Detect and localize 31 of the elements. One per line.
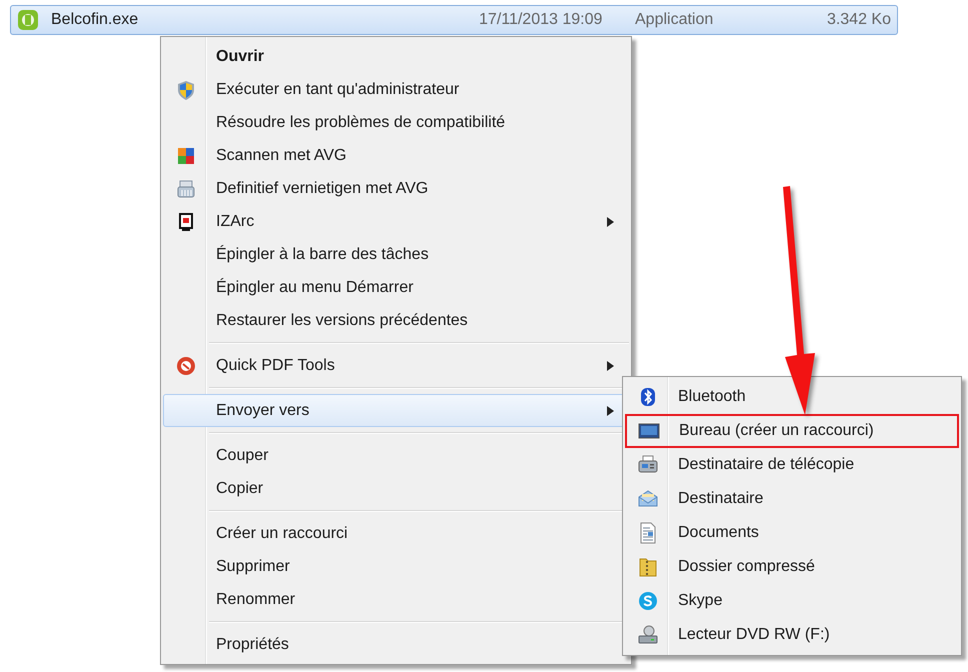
menu-item[interactable]: Lecteur DVD RW (F:) bbox=[625, 618, 959, 652]
menu-item[interactable]: Skype bbox=[625, 584, 959, 618]
skype-icon bbox=[637, 590, 659, 612]
file-row[interactable]: Belcofin.exe 17/11/2013 19:09 Application 3.342 Ko bbox=[10, 5, 898, 35]
menu-item[interactable]: Destinataire de télécopie bbox=[625, 448, 959, 482]
file-type: Application bbox=[635, 11, 714, 29]
submenu-arrow-icon bbox=[607, 406, 614, 416]
file-date: 17/11/2013 19:09 bbox=[479, 11, 604, 29]
file-name: Belcofin.exe bbox=[51, 11, 140, 29]
disc-drive-icon bbox=[637, 624, 659, 646]
menu-item[interactable]: IZArc bbox=[163, 205, 629, 238]
menu-item[interactable]: Documents bbox=[625, 516, 959, 550]
menu-item[interactable]: Bureau (créer un raccourci) bbox=[625, 414, 959, 448]
shredder-icon bbox=[175, 178, 197, 200]
menu-item[interactable]: Exécuter en tant qu'administrateur bbox=[163, 73, 629, 106]
menu-item[interactable]: Résoudre les problèmes de compatibilité bbox=[163, 106, 629, 139]
menu-item[interactable]: Quick PDF Tools bbox=[163, 349, 629, 382]
zip-folder-icon bbox=[637, 556, 659, 578]
menu-item[interactable]: Ouvrir bbox=[163, 40, 629, 73]
menu-item[interactable]: Scannen met AVG bbox=[163, 139, 629, 172]
menu-item[interactable]: Restaurer les versions précédentes bbox=[163, 304, 629, 337]
menu-item[interactable]: Dossier compressé bbox=[625, 550, 959, 584]
file-size: 3.342 Ko bbox=[826, 11, 891, 29]
menu-item[interactable]: Definitief vernietigen met AVG bbox=[163, 172, 629, 205]
shield-icon bbox=[175, 78, 197, 100]
submenu-arrow-icon bbox=[607, 216, 614, 226]
menu-item[interactable]: Destinataire bbox=[625, 482, 959, 516]
menu-item[interactable]: Épingler à la barre des tâches bbox=[163, 238, 629, 271]
menu-item[interactable]: Épingler au menu Démarrer bbox=[163, 271, 629, 304]
submenu-arrow-icon bbox=[607, 360, 614, 370]
app-icon bbox=[17, 9, 39, 31]
